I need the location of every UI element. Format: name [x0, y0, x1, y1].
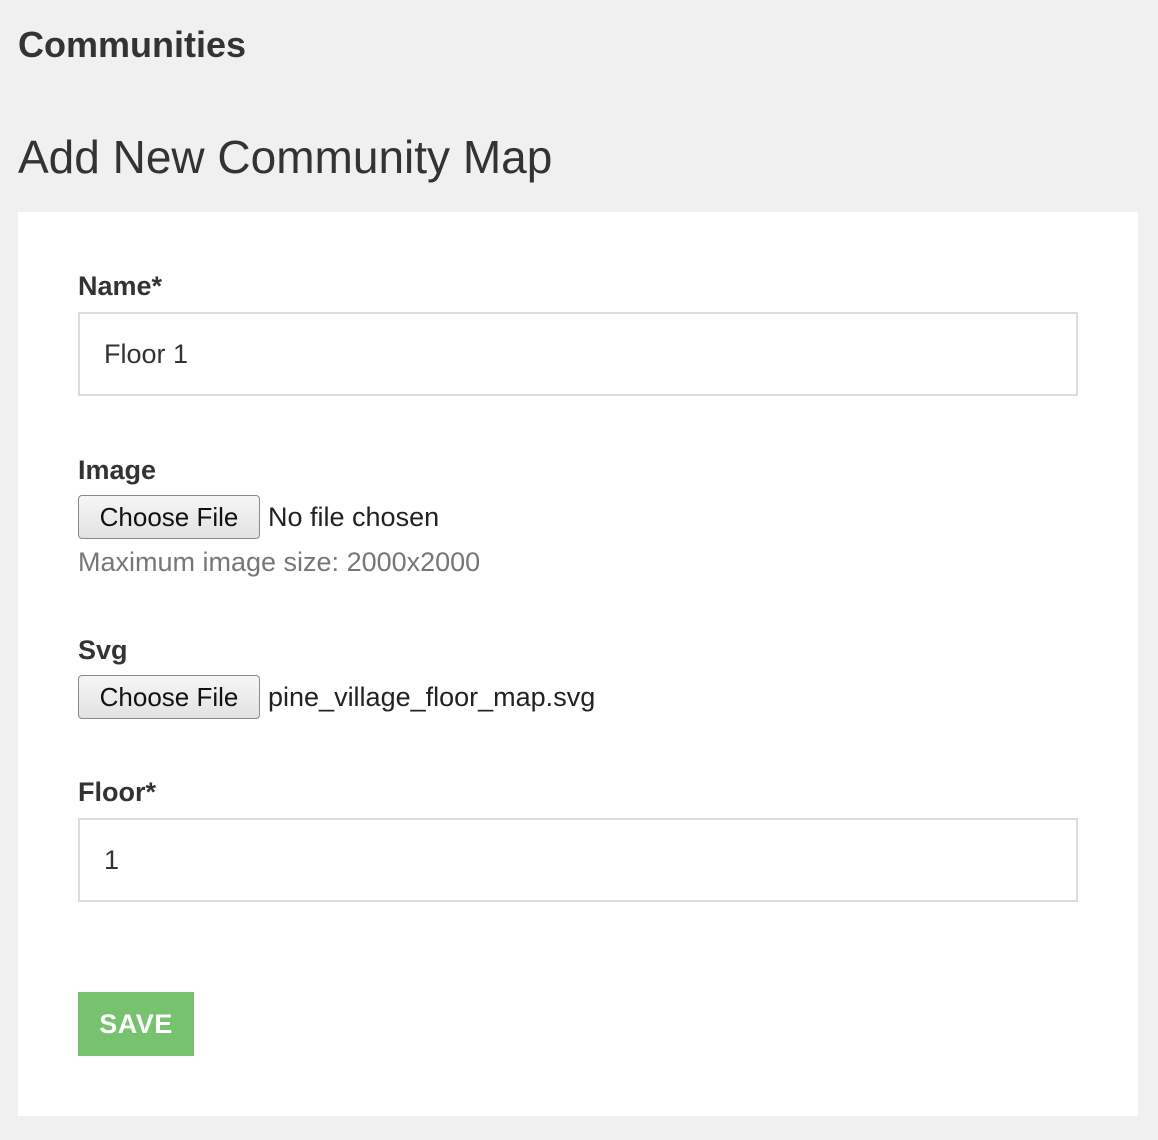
svg-file-status: pine_village_floor_map.svg [268, 681, 596, 712]
floor-input[interactable] [78, 818, 1078, 902]
name-field-label: Name* [78, 271, 163, 301]
svg-file-picker: Choose File pine_village_floor_map.svg [78, 675, 595, 719]
image-choose-file-button[interactable]: Choose File [78, 495, 260, 539]
section-title: Communities [18, 24, 247, 65]
image-file-picker: Choose File No file chosen [78, 495, 439, 539]
floor-field-label: Floor* [78, 777, 156, 807]
name-input[interactable] [78, 312, 1078, 396]
image-help-text: Maximum image size: 2000x2000 [78, 547, 481, 577]
image-file-status: No file chosen [268, 501, 440, 532]
form-card: Name* Image Choose File No file chosen M… [18, 212, 1138, 1116]
svg-field-label: Svg [78, 635, 128, 665]
page-title: Add New Community Map [18, 131, 553, 183]
svg-choose-file-button[interactable]: Choose File [78, 675, 260, 719]
save-button[interactable]: SAVE [78, 992, 194, 1056]
image-field-label: Image [78, 455, 157, 485]
